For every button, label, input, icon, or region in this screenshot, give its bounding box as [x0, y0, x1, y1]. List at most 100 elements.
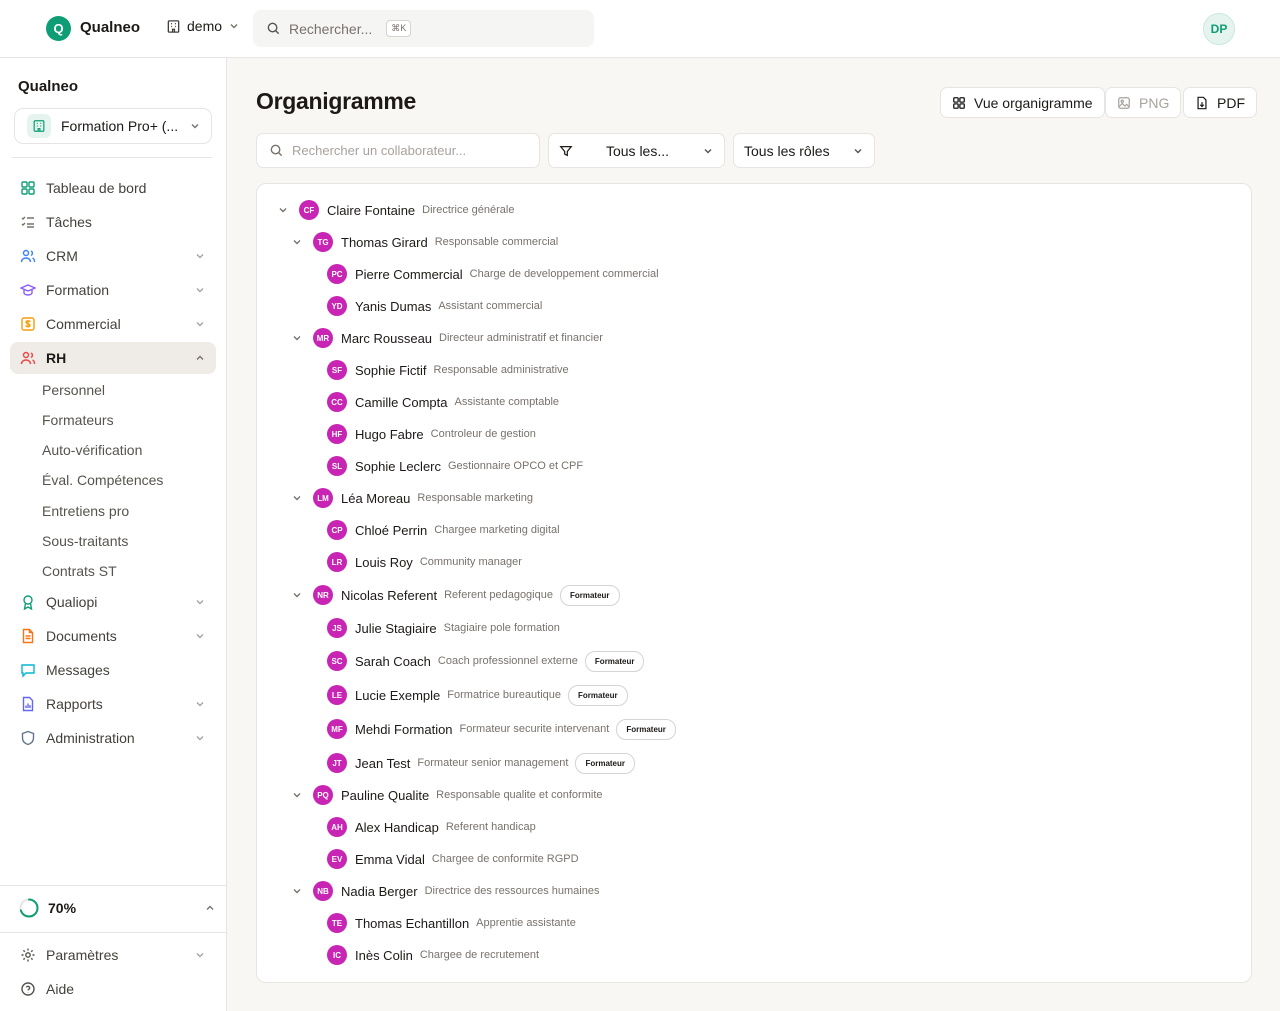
person-name: Sophie Leclerc [355, 458, 441, 474]
org-node[interactable]: NR Nicolas Referent Referent pedagogique Fo… [291, 583, 620, 607]
chevron-down-icon [196, 736, 204, 741]
org-node[interactable]: SL Sophie Leclerc Gestionnaire OPCO et CPF [327, 454, 590, 478]
export-png-label: PNG [1139, 94, 1170, 111]
org-node[interactable]: LM Léa Moreau Responsable marketing [291, 486, 540, 510]
org-node[interactable]: MF Mehdi Formation Formateur securite inte… [327, 717, 676, 741]
person-name: Sarah Coach [355, 653, 431, 669]
org-node[interactable]: JS Julie Stagiaire Stagiaire pole formatio… [327, 616, 567, 640]
person-role: Assistante comptable [454, 396, 560, 408]
org-node[interactable]: SF Sophie Fictif Responsable administrativ… [327, 358, 576, 382]
org-node[interactable]: PC Pierre Commercial Charge de developpeme… [327, 262, 666, 286]
org-node[interactable]: IC Inès Colin Chargee de recrutement [327, 943, 546, 967]
department-select[interactable]: Tous les... [548, 133, 725, 168]
sidebar-item-messages[interactable]: Messages [10, 654, 216, 686]
sidebar-item-tableau-de-bord[interactable]: Tableau de bord [10, 172, 216, 204]
person-role: Formateur senior management [417, 757, 569, 769]
org-node[interactable]: JT Jean Test Formateur senior management Fo… [327, 751, 635, 775]
org-node[interactable]: TG Thomas Girard Responsable commercial [291, 230, 565, 254]
sidebar-subitem-eval-competences[interactable]: Éval. Compétences [42, 472, 163, 488]
person-name: Louis Roy [355, 554, 413, 570]
sidebar-subitem-contrats-st[interactable]: Contrats ST [42, 563, 117, 579]
export-pdf-button[interactable]: PDF [1183, 87, 1257, 118]
org-node[interactable]: LE Lucie Exemple Formatrice bureautique For… [327, 683, 628, 707]
sidebar-subitem-personnel[interactable]: Personnel [42, 382, 105, 398]
avatar: YD [327, 296, 347, 316]
org-node[interactable]: YD Yanis Dumas Assistant commercial [327, 294, 549, 318]
user-avatar[interactable]: DP [1203, 13, 1235, 45]
sidebar-item-formation[interactable]: Formation [10, 274, 216, 306]
sidebar-item-label: Aide [46, 981, 75, 997]
avatar: JT [327, 753, 347, 773]
collaborator-search-input[interactable] [292, 143, 522, 158]
sidebar-subitem-sous-traitants[interactable]: Sous-traitants [42, 533, 128, 549]
person-role: Chargee de conformite RGPD [431, 853, 579, 865]
chevron-down-icon[interactable] [277, 204, 289, 216]
help-icon [21, 982, 35, 996]
org-node[interactable]: MR Marc Rousseau Directeur administratif e… [291, 326, 610, 350]
brand-name[interactable]: Qualneo [80, 19, 140, 36]
role-badge: Formateur [559, 584, 620, 606]
person-role: Formateur securite intervenant [459, 723, 610, 735]
avatar: HF [327, 424, 347, 444]
org-node[interactable]: PQ Pauline Qualite Responsable qualite et … [291, 783, 610, 807]
report-icon [22, 696, 34, 712]
workspace-selector[interactable]: Formation Pro+ (... [14, 108, 212, 144]
person-role: Stagiaire pole formation [443, 622, 560, 634]
sidebar-item-label: Commercial [46, 316, 121, 332]
sidebar-subitem-formateurs[interactable]: Formateurs [42, 412, 114, 428]
organization-selector[interactable]: demo [166, 18, 240, 34]
sidebar-item-rapports[interactable]: Rapports [10, 688, 216, 720]
sidebar-item-parametres[interactable]: Paramètres [10, 939, 216, 971]
sidebar-subitem-auto-verification[interactable]: Auto-vérification [42, 442, 142, 458]
person-name: Thomas Echantillon [355, 915, 470, 931]
dollar-icon [21, 317, 35, 331]
org-node[interactable]: SC Sarah Coach Coach professionnel externe… [327, 649, 645, 673]
chevron-down-icon[interactable] [291, 589, 303, 601]
sidebar-item-taches[interactable]: Tâches [10, 206, 216, 238]
org-node[interactable]: NB Nadia Berger Directrice des ressources … [291, 879, 606, 903]
export-png-button[interactable]: PNG [1105, 87, 1182, 118]
person-role: Directrice générale [422, 204, 515, 216]
org-node[interactable]: EV Emma Vidal Chargee de conformite RGPD [327, 847, 586, 871]
org-node[interactable]: CC Camille Compta Assistante comptable [327, 390, 566, 414]
sidebar-item-administration[interactable]: Administration [10, 722, 216, 754]
chevron-up-icon [196, 355, 204, 360]
view-orgchart-button[interactable]: Vue organigramme [940, 87, 1105, 118]
org-node[interactable]: TE Thomas Echantillon Apprentie assistante [327, 911, 583, 935]
person-role: Responsable marketing [417, 492, 533, 504]
chevron-down-icon[interactable] [291, 789, 303, 801]
sidebar-item-label: Formation [46, 282, 110, 298]
org-node[interactable]: CP Chloé Perrin Chargee marketing digital [327, 518, 567, 542]
progress-label: 70% [48, 900, 77, 916]
org-node[interactable]: CF Claire Fontaine Directrice générale [277, 198, 521, 222]
org-node[interactable]: AH Alex Handicap Referent handicap [327, 815, 543, 839]
sidebar-item-qualiopi[interactable]: Qualiopi [10, 586, 216, 618]
org-node[interactable]: HF Hugo Fabre Controleur de gestion [327, 422, 543, 446]
collaborator-search[interactable] [256, 133, 540, 168]
person-name: Yanis Dumas [355, 298, 432, 314]
person-role: Controleur de gestion [430, 428, 536, 440]
chevron-down-icon [196, 322, 204, 327]
sidebar-item-rh[interactable]: RH [10, 342, 216, 374]
sidebar-item-aide[interactable]: Aide [10, 973, 216, 1005]
chevron-down-icon[interactable] [291, 236, 303, 248]
sidebar-item-label: Tableau de bord [46, 180, 147, 196]
app-logo[interactable]: Q [46, 16, 71, 41]
chevron-up-icon [206, 905, 214, 910]
sidebar-item-label: Qualiopi [46, 594, 98, 610]
person-name: Chloé Perrin [355, 522, 428, 538]
sidebar-item-documents[interactable]: Documents [10, 620, 216, 652]
sidebar-subitem-entretiens-pro[interactable]: Entretiens pro [42, 503, 129, 519]
sidebar-item-commercial[interactable]: Commercial [10, 308, 216, 340]
person-name: Claire Fontaine [327, 202, 416, 218]
chevron-down-icon[interactable] [291, 885, 303, 897]
chevron-down-icon[interactable] [291, 492, 303, 504]
chevron-down-icon[interactable] [291, 332, 303, 344]
onboarding-progress[interactable]: 70% [10, 892, 216, 924]
org-node[interactable]: LR Louis Roy Community manager [327, 550, 529, 574]
sidebar-item-crm[interactable]: CRM [10, 240, 216, 272]
role-select[interactable]: Tous les rôles [733, 133, 875, 168]
global-search[interactable]: Rechercher... ⌘K [253, 10, 594, 47]
role-badge: Formateur [616, 718, 676, 740]
avatar: NB [313, 881, 333, 901]
